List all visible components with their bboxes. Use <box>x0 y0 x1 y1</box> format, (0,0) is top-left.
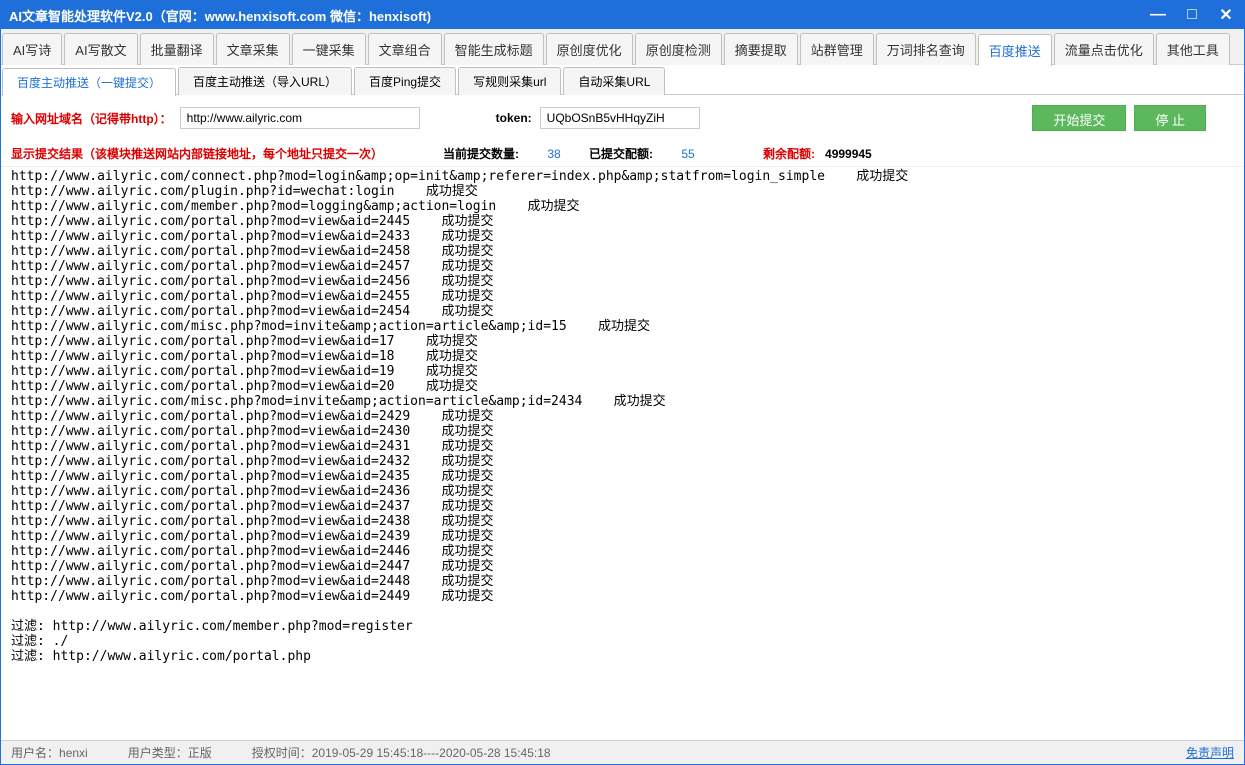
window-controls: — □ ✕ <box>1148 5 1236 25</box>
main-tab-14[interactable]: 其他工具 <box>1156 33 1230 65</box>
log-output[interactable]: http://www.ailyric.com/connect.php?mod=l… <box>1 166 1244 740</box>
main-tab-8[interactable]: 原创度检测 <box>635 33 722 65</box>
sub-tab-3[interactable]: 写规则采集url <box>458 67 561 95</box>
start-button[interactable]: 开始提交 <box>1032 105 1126 131</box>
current-count-value: 38 <box>529 147 579 161</box>
current-count-label: 当前提交数量: <box>443 145 519 162</box>
status-auth: 授权时间：2019-05-29 15:45:18----2020-05-28 1… <box>252 744 551 761</box>
main-tab-5[interactable]: 文章组合 <box>368 33 442 65</box>
url-label: 输入网址域名（记得带http）： <box>11 110 172 127</box>
close-icon[interactable]: ✕ <box>1216 5 1236 25</box>
main-tab-bar: AI写诗AI写散文批量翻译文章采集一键采集文章组合智能生成标题原创度优化原创度检… <box>1 29 1244 65</box>
sub-tab-bar: 百度主动推送（一键提交）百度主动推送（导入URL）百度Ping提交写规则采集ur… <box>1 65 1244 95</box>
main-tab-11[interactable]: 万词排名查询 <box>876 33 976 65</box>
submitted-quota-label: 已提交配额: <box>589 145 653 162</box>
remain-quota-value: 4999945 <box>825 147 872 161</box>
window-title: AI文章智能处理软件V2.0（官网：www.henxisoft.com 微信：h… <box>9 6 1148 25</box>
status-user: 用户名：henxi <box>11 744 88 761</box>
stop-button[interactable]: 停 止 <box>1134 105 1206 131</box>
token-input[interactable] <box>540 107 700 129</box>
sub-tab-0[interactable]: 百度主动推送（一键提交） <box>2 68 176 96</box>
main-tab-0[interactable]: AI写诗 <box>2 33 62 65</box>
maximize-icon[interactable]: □ <box>1182 5 1202 25</box>
input-row: 输入网址域名（记得带http）： token: 开始提交 停 止 <box>1 95 1244 141</box>
main-tab-2[interactable]: 批量翻译 <box>140 33 214 65</box>
main-tab-3[interactable]: 文章采集 <box>216 33 290 65</box>
disclaimer-link[interactable]: 免责声明 <box>1186 744 1234 761</box>
sub-tab-2[interactable]: 百度Ping提交 <box>354 67 456 95</box>
main-tab-9[interactable]: 摘要提取 <box>724 33 798 65</box>
token-label: token: <box>496 111 532 125</box>
url-input[interactable] <box>180 107 420 129</box>
sub-tab-4[interactable]: 自动采集URL <box>563 67 665 95</box>
main-tab-6[interactable]: 智能生成标题 <box>444 33 544 65</box>
main-tab-10[interactable]: 站群管理 <box>800 33 874 65</box>
main-tab-12[interactable]: 百度推送 <box>978 34 1052 66</box>
remain-quota-label: 剩余配额: <box>763 145 815 162</box>
result-label: 显示提交结果（该模块推送网站内部链接地址，每个地址只提交一次） <box>11 145 383 162</box>
submitted-quota-value: 55 <box>663 147 713 161</box>
main-tab-13[interactable]: 流量点击优化 <box>1054 33 1154 65</box>
stats-row: 显示提交结果（该模块推送网站内部链接地址，每个地址只提交一次） 当前提交数量: … <box>1 141 1244 166</box>
minimize-icon[interactable]: — <box>1148 5 1168 25</box>
sub-tab-1[interactable]: 百度主动推送（导入URL） <box>178 67 352 95</box>
status-bar: 用户名：henxi 用户类型：正版 授权时间：2019-05-29 15:45:… <box>1 740 1244 764</box>
titlebar: AI文章智能处理软件V2.0（官网：www.henxisoft.com 微信：h… <box>1 1 1244 29</box>
main-tab-1[interactable]: AI写散文 <box>64 33 137 65</box>
main-tab-4[interactable]: 一键采集 <box>292 33 366 65</box>
status-type: 用户类型：正版 <box>128 744 212 761</box>
main-tab-7[interactable]: 原创度优化 <box>546 33 633 65</box>
